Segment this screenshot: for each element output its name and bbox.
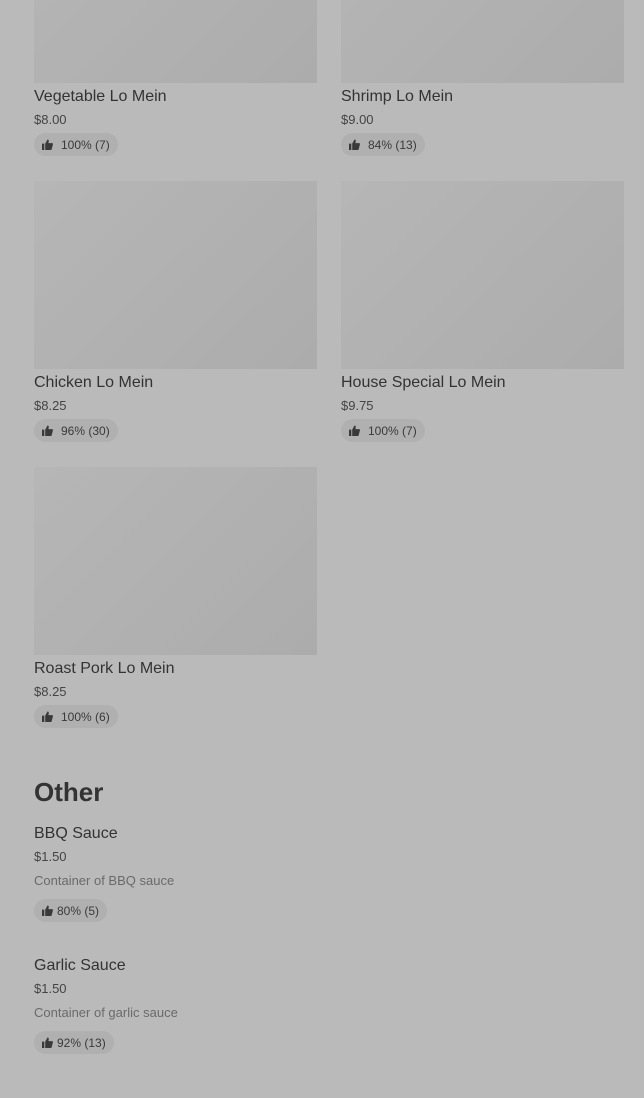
menu-item-card[interactable]: Shrimp Lo Mein $9.00 84% (13) bbox=[341, 0, 624, 157]
menu-item-name: House Special Lo Mein bbox=[341, 374, 506, 391]
rating-badge: 96% (30) bbox=[34, 419, 118, 442]
rating-badge: 100% (6) bbox=[34, 705, 118, 728]
menu-item-name: Chicken Lo Mein bbox=[34, 374, 154, 391]
menu-item-price: $9.75 bbox=[341, 398, 374, 413]
rating-badge: 100% (7) bbox=[34, 133, 118, 156]
menu-item-card[interactable]: House Special Lo Mein $9.75 100% (7) bbox=[341, 181, 624, 443]
rating-text: 96% (30) bbox=[61, 423, 110, 438]
menu-item-name: Shrimp Lo Mein bbox=[341, 88, 454, 105]
menu-item-image[interactable] bbox=[34, 0, 317, 83]
menu-item-price: $8.25 bbox=[34, 684, 67, 699]
rating-text: 100% (7) bbox=[368, 423, 417, 438]
section-title-other: Other bbox=[34, 777, 104, 807]
menu-item-price: $8.25 bbox=[34, 398, 67, 413]
menu-item-name: Roast Pork Lo Mein bbox=[34, 660, 175, 677]
rating-text: 80% (5) bbox=[57, 903, 100, 918]
rating-text: 84% (13) bbox=[368, 137, 417, 152]
list-item-price: $1.50 bbox=[34, 849, 67, 864]
list-item[interactable]: Garlic Sauce $1.50 Container of garlic s… bbox=[34, 956, 624, 1054]
menu-item-card[interactable]: Vegetable Lo Mein $8.00 100% (7) bbox=[34, 0, 317, 157]
rating-text: 100% (6) bbox=[61, 709, 110, 724]
menu-item-grid: Vegetable Lo Mein $8.00 100% (7) Shrimp … bbox=[34, 0, 624, 729]
menu-item-image[interactable] bbox=[34, 181, 317, 369]
menu-item-price: $9.00 bbox=[341, 112, 374, 127]
rating-badge: 92% (13) bbox=[34, 1031, 114, 1054]
thumbs-up-icon bbox=[349, 139, 360, 150]
rating-badge: 100% (7) bbox=[341, 419, 425, 442]
rating-text: 92% (13) bbox=[57, 1035, 106, 1050]
list-item-name: Garlic Sauce bbox=[34, 957, 126, 974]
menu-item-image[interactable] bbox=[34, 467, 317, 655]
menu-item-image[interactable] bbox=[341, 0, 624, 83]
list-item-description: Container of BBQ sauce bbox=[34, 873, 175, 888]
thumbs-up-icon bbox=[42, 139, 53, 150]
menu-item-price: $8.00 bbox=[34, 112, 67, 127]
list-item-price: $1.50 bbox=[34, 981, 67, 996]
menu-item-name: Vegetable Lo Mein bbox=[34, 88, 167, 105]
list-item[interactable]: BBQ Sauce $1.50 Container of BBQ sauce 8… bbox=[34, 824, 624, 922]
list-item-description: Container of garlic sauce bbox=[34, 1005, 178, 1020]
menu-item-image[interactable] bbox=[341, 181, 624, 369]
thumbs-up-icon bbox=[42, 425, 53, 436]
menu-item-card[interactable]: Chicken Lo Mein $8.25 96% (30) bbox=[34, 181, 317, 443]
thumbs-up-icon bbox=[42, 905, 53, 916]
menu-item-card[interactable]: Roast Pork Lo Mein $8.25 100% (6) bbox=[34, 467, 317, 729]
thumbs-up-icon bbox=[349, 425, 360, 436]
rating-text: 100% (7) bbox=[61, 137, 110, 152]
rating-badge: 80% (5) bbox=[34, 899, 108, 922]
rating-badge: 84% (13) bbox=[341, 133, 425, 156]
thumbs-up-icon bbox=[42, 1037, 53, 1048]
list-item-name: BBQ Sauce bbox=[34, 825, 118, 842]
thumbs-up-icon bbox=[42, 711, 53, 722]
